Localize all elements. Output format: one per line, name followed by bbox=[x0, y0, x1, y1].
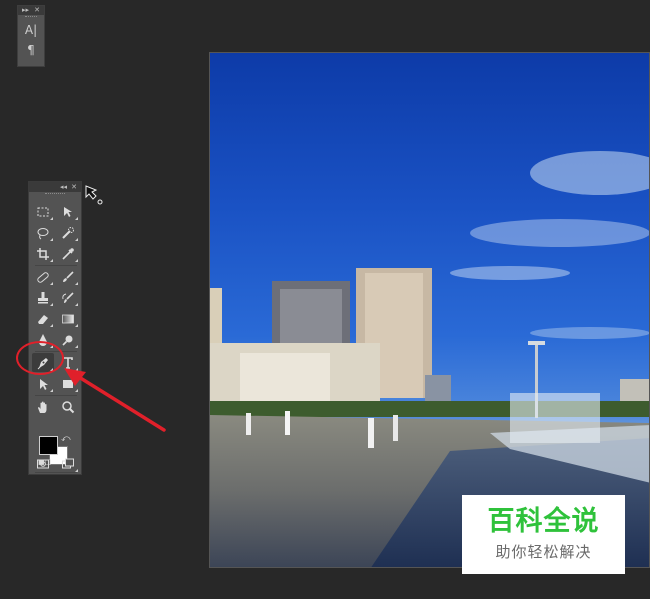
hand-tool[interactable] bbox=[32, 397, 54, 416]
crop-tool[interactable] bbox=[32, 244, 54, 263]
close-icon[interactable]: ✕ bbox=[71, 182, 77, 192]
character-icon[interactable]: A| bbox=[21, 21, 41, 39]
history-brush-tool[interactable] bbox=[57, 288, 79, 307]
brush-icon bbox=[63, 270, 74, 282]
brush-tool[interactable] bbox=[57, 267, 79, 286]
gradient-icon bbox=[62, 314, 74, 323]
move-icon bbox=[64, 206, 72, 217]
screen-mode-icon bbox=[62, 458, 74, 468]
move-tool[interactable] bbox=[57, 202, 79, 221]
dodge-icon bbox=[62, 335, 73, 346]
highlight-ring bbox=[16, 341, 64, 375]
watermark-title: 百科全说 bbox=[487, 506, 600, 537]
lasso-icon bbox=[37, 227, 49, 239]
collapse-icon[interactable]: ▸▸ bbox=[22, 6, 29, 15]
quick-selection-icon bbox=[62, 226, 74, 239]
lasso-tool[interactable] bbox=[32, 223, 54, 242]
annotation-arrow bbox=[64, 368, 166, 432]
healing-brush-tool[interactable] bbox=[32, 267, 54, 286]
character-panel-header[interactable]: ▸▸ ✕ bbox=[18, 6, 44, 15]
watermark-logo: 百科全说 助你轻松解决 bbox=[462, 495, 625, 574]
path-selection-tool[interactable] bbox=[32, 374, 54, 393]
marquee-tool[interactable] bbox=[32, 202, 54, 221]
eraser-tool[interactable] bbox=[32, 309, 54, 328]
history-brush-icon bbox=[62, 291, 74, 303]
foreground-color[interactable] bbox=[39, 436, 58, 455]
paragraph-icon[interactable]: ¶ bbox=[21, 41, 41, 59]
stamp-icon bbox=[38, 291, 48, 303]
eyedropper-icon bbox=[62, 247, 74, 260]
panel-grip[interactable] bbox=[18, 15, 44, 19]
city-plaza-photo bbox=[210, 151, 649, 567]
clone-stamp-tool[interactable] bbox=[32, 288, 54, 307]
divider bbox=[35, 265, 77, 266]
eraser-icon bbox=[38, 314, 48, 324]
quick-selection-tool[interactable] bbox=[57, 223, 79, 242]
rect-marquee-icon bbox=[37, 207, 49, 216]
eyedropper-tool[interactable] bbox=[57, 244, 79, 263]
tools-panel-header[interactable]: ◂◂ ✕ bbox=[29, 182, 81, 192]
document-canvas[interactable] bbox=[209, 52, 650, 568]
close-icon[interactable]: ✕ bbox=[34, 6, 40, 15]
watermark-subtitle: 助你轻松解决 bbox=[495, 543, 592, 561]
pen-cursor-icon bbox=[85, 185, 103, 205]
quick-mask-button[interactable] bbox=[32, 454, 54, 473]
gradient-tool[interactable] bbox=[57, 309, 79, 328]
path-selection-icon bbox=[40, 378, 48, 390]
bandage-icon bbox=[37, 271, 49, 283]
crop-icon bbox=[37, 247, 49, 260]
character-panel: ▸▸ ✕ A| ¶ bbox=[17, 5, 45, 67]
hand-icon bbox=[38, 401, 47, 413]
screen-mode-button[interactable] bbox=[57, 454, 79, 473]
collapse-icon[interactable]: ◂◂ bbox=[60, 182, 67, 192]
dodge-tool[interactable] bbox=[57, 330, 79, 349]
swap-colors-icon[interactable]: ⤺ bbox=[61, 434, 71, 444]
panel-grip[interactable] bbox=[29, 192, 81, 196]
quick-mask-icon bbox=[37, 459, 49, 468]
